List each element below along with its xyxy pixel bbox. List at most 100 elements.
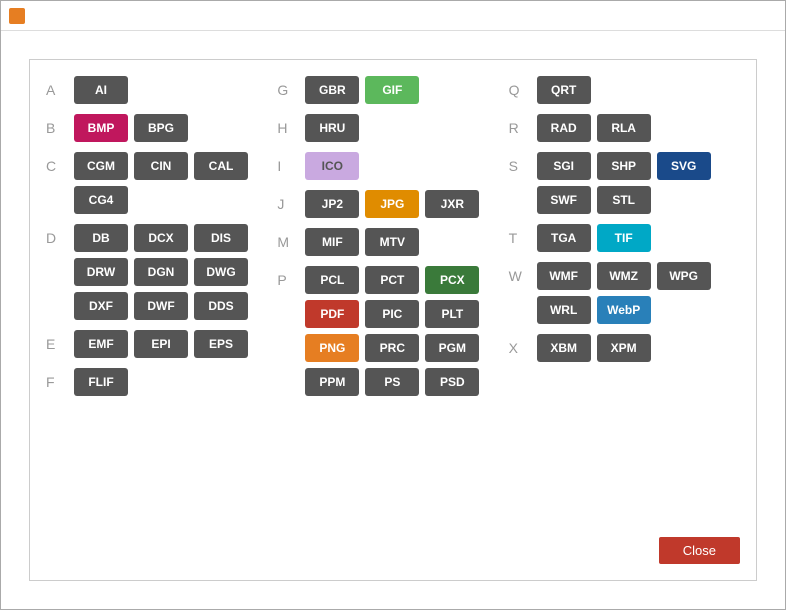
letter-label-d: D [46,224,74,246]
format-btn-wmf[interactable]: WMF [537,262,591,290]
main-content: AAIBBMPBPGCCGMCINCALCG4DDBDCXDISDRWDGNDW… [1,31,785,609]
format-group-t: TGATIF [537,224,651,252]
format-btn-pcx[interactable]: PCX [425,266,479,294]
format-group-q: QRT [537,76,591,104]
window-close-button[interactable] [747,6,777,26]
format-btn-png[interactable]: PNG [305,334,359,362]
format-btn-cin[interactable]: CIN [134,152,188,180]
format-btn-drw[interactable]: DRW [74,258,128,286]
format-btn-dxf[interactable]: DXF [74,292,128,320]
format-group-c: CGMCINCAL CG4 [74,152,277,214]
format-btn-eps[interactable]: EPS [194,330,248,358]
column-2: QQRTRRADRLASSGISHPSVGSWFSTLTTGATIFWWMFWM… [509,76,740,564]
close-dialog-button[interactable]: Close [659,537,740,564]
format-btn-dgn[interactable]: DGN [134,258,188,286]
format-btn-hru[interactable]: HRU [305,114,359,142]
format-group-m: MIFMTV [305,228,419,256]
format-group-h: HRU [305,114,359,142]
format-btn-qrt[interactable]: QRT [537,76,591,104]
format-btn-tif[interactable]: TIF [597,224,651,252]
format-btn-webp[interactable]: WebP [597,296,651,324]
format-btn-stl[interactable]: STL [597,186,651,214]
format-btn-dds[interactable]: DDS [194,292,248,320]
letter-label-c: C [46,152,74,174]
format-btn-xpm[interactable]: XPM [597,334,651,362]
format-group-f: FLIF [74,368,128,396]
format-btn-shp[interactable]: SHP [597,152,651,180]
column-1: GGBRGIFHHRUIICOJJP2JPGJXRMMIFMTVPPCLPCTP… [277,76,508,564]
format-btn-mif[interactable]: MIF [305,228,359,256]
column-0: AAIBBMPBPGCCGMCINCALCG4DDBDCXDISDRWDGNDW… [46,76,277,564]
letter-label-s: S [509,152,537,174]
section-t: TTGATIF [509,224,740,252]
format-btn-dwf[interactable]: DWF [134,292,188,320]
letter-label-w: W [509,262,537,284]
format-group-p: PCLPCTPCX PDFPICPLT PNGPRCPGM PPMPSPSD [305,266,508,396]
format-btn-jp2[interactable]: JP2 [305,190,359,218]
format-btn-ico[interactable]: ICO [305,152,359,180]
format-btn-cgm[interactable]: CGM [74,152,128,180]
format-btn-svg[interactable]: SVG [657,152,711,180]
format-btn-jxr[interactable]: JXR [425,190,479,218]
format-group-x: XBMXPM [537,334,651,362]
format-group-w: WMFWMZWPG WRLWebP [537,262,740,324]
format-btn-gbr[interactable]: GBR [305,76,359,104]
format-group-j: JP2JPGJXR [305,190,479,218]
format-btn-dwg[interactable]: DWG [194,258,248,286]
format-btn-tga[interactable]: TGA [537,224,591,252]
format-btn-prc[interactable]: PRC [365,334,419,362]
app-icon [9,8,25,24]
letter-label-x: X [509,334,537,356]
format-btn-sgi[interactable]: SGI [537,152,591,180]
section-h: HHRU [277,114,508,142]
letter-label-p: P [277,266,305,288]
main-window: AAIBBMPBPGCCGMCINCALCG4DDBDCXDISDRWDGNDW… [0,0,786,610]
titlebar-left [9,8,31,24]
format-btn-epi[interactable]: EPI [134,330,188,358]
format-group-i: ICO [305,152,359,180]
format-btn-mtv[interactable]: MTV [365,228,419,256]
format-btn-rla[interactable]: RLA [597,114,651,142]
format-btn-emf[interactable]: EMF [74,330,128,358]
format-btn-dcx[interactable]: DCX [134,224,188,252]
section-j: JJP2JPGJXR [277,190,508,218]
format-btn-wpg[interactable]: WPG [657,262,711,290]
format-btn-dis[interactable]: DIS [194,224,248,252]
format-btn-bpg[interactable]: BPG [134,114,188,142]
format-btn-pdf[interactable]: PDF [305,300,359,328]
format-btn-bmp[interactable]: BMP [74,114,128,142]
format-group-r: RADRLA [537,114,651,142]
format-btn-db[interactable]: DB [74,224,128,252]
format-btn-wrl[interactable]: WRL [537,296,591,324]
letter-label-m: M [277,228,305,250]
format-btn-pgm[interactable]: PGM [425,334,479,362]
format-btn-ai[interactable]: AI [74,76,128,104]
format-btn-flif[interactable]: FLIF [74,368,128,396]
format-btn-cal[interactable]: CAL [194,152,248,180]
section-w: WWMFWMZWPG WRLWebP [509,262,740,324]
section-q: QQRT [509,76,740,104]
format-btn-xbm[interactable]: XBM [537,334,591,362]
format-btn-ps[interactable]: PS [365,368,419,396]
section-a: AAI [46,76,277,104]
format-btn-pct[interactable]: PCT [365,266,419,294]
letter-label-t: T [509,224,537,246]
format-btn-jpg[interactable]: JPG [365,190,419,218]
format-btn-cg4[interactable]: CG4 [74,186,128,214]
section-c: CCGMCINCAL CG4 [46,152,277,214]
format-btn-pic[interactable]: PIC [365,300,419,328]
format-btn-swf[interactable]: SWF [537,186,591,214]
format-btn-rad[interactable]: RAD [537,114,591,142]
format-btn-wmz[interactable]: WMZ [597,262,651,290]
letter-label-r: R [509,114,537,136]
maximize-button[interactable] [715,6,745,26]
format-btn-ppm[interactable]: PPM [305,368,359,396]
format-btn-pcl[interactable]: PCL [305,266,359,294]
letter-label-a: A [46,76,74,98]
format-btn-plt[interactable]: PLT [425,300,479,328]
letter-label-q: Q [509,76,537,98]
section-r: RRADRLA [509,114,740,142]
minimize-button[interactable] [683,6,713,26]
format-btn-psd[interactable]: PSD [425,368,479,396]
format-btn-gif[interactable]: GIF [365,76,419,104]
